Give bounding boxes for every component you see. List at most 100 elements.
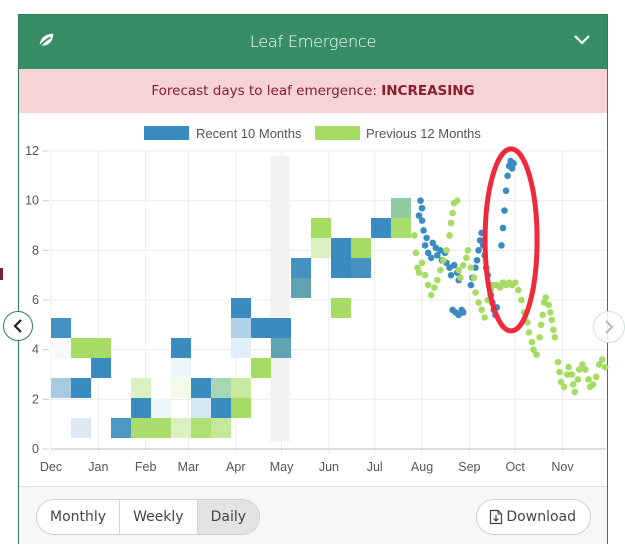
scatter-point-previous <box>430 284 438 291</box>
y-tick-label: 0 <box>32 442 39 456</box>
heatmap-cell <box>51 318 71 338</box>
scatter-point-recent <box>423 234 430 242</box>
heatmap-cell <box>71 378 91 398</box>
x-tick-label: Jul <box>367 460 383 474</box>
y-tick-label: 8 <box>32 243 39 257</box>
x-tick-label: Sep <box>458 460 480 474</box>
heatmap-cell <box>291 258 311 278</box>
scatter-point-previous <box>565 363 572 371</box>
scatter-point-recent <box>502 187 510 195</box>
heatmap-cell <box>331 238 351 258</box>
y-tick-label: 4 <box>32 343 39 357</box>
scatter-point-previous <box>411 232 418 239</box>
scatter-point-previous <box>568 371 575 378</box>
next-button[interactable] <box>593 311 625 343</box>
scatter-point-previous <box>470 274 478 281</box>
scatter-point-previous <box>412 249 420 257</box>
heatmap-cell <box>251 358 271 378</box>
scatter-point-previous <box>459 261 467 269</box>
heatmap-cell <box>311 238 331 258</box>
download-button[interactable]: Download <box>476 499 591 535</box>
heatmap-cell <box>51 338 71 358</box>
scatter-point-recent <box>421 242 429 249</box>
heatmap-cell <box>211 418 231 438</box>
scatter-point-recent <box>498 242 505 249</box>
scatter-point-previous <box>528 338 536 346</box>
scatter-point-previous <box>542 294 550 301</box>
heatmap-cell <box>91 338 111 358</box>
heatmap-cell <box>171 418 191 438</box>
scatter-point-previous <box>547 309 554 316</box>
scatter-point-previous <box>440 256 447 264</box>
scatter-point-previous <box>598 356 606 363</box>
scatter-point-previous <box>455 266 462 274</box>
period-weekly-button[interactable]: Weekly <box>120 500 198 534</box>
x-tick-label: Jan <box>88 460 108 474</box>
leaf-emergence-card: Leaf Emergence Forecast days to leaf eme… <box>18 14 609 544</box>
x-tick-label: Mar <box>178 460 200 474</box>
scatter-point-recent <box>417 197 424 204</box>
scatter-point-previous <box>446 232 453 239</box>
scatter-point-previous <box>478 306 485 314</box>
previous-button[interactable] <box>3 311 33 341</box>
scatter-point-recent <box>467 281 475 289</box>
heatmap-cell <box>231 298 251 318</box>
scatter-point-previous <box>554 358 562 366</box>
scatter-point-previous <box>424 281 432 289</box>
scatter-point-previous <box>456 274 464 281</box>
scatter-point-previous <box>415 269 423 276</box>
heatmap-cell <box>311 218 331 238</box>
heatmap-cell <box>151 398 171 418</box>
heatmap-cell <box>191 398 211 418</box>
heatmap-cell <box>291 278 311 298</box>
period-toggle: Monthly Weekly Daily <box>36 499 261 535</box>
legend-label-recent: Recent 10 Months <box>196 126 302 141</box>
heatmap-cell <box>211 378 231 398</box>
scatter-point-previous <box>514 286 522 294</box>
heatmap-cell <box>231 378 251 398</box>
forecast-status: INCREASING <box>381 83 475 99</box>
heatmap-cell <box>351 238 371 258</box>
forecast-alert: Forecast days to leaf emergence: INCREAS… <box>19 69 607 113</box>
chevron-down-icon[interactable] <box>573 33 591 47</box>
heatmap-cell <box>131 378 151 398</box>
scatter-point-previous <box>434 276 441 284</box>
scatter-point-previous <box>585 376 592 383</box>
heatmap-cell <box>171 358 191 378</box>
x-tick-label: Aug <box>411 460 433 474</box>
heatmap-cell <box>251 318 271 338</box>
page-edge-marker <box>0 268 3 280</box>
heatmap-cell <box>71 338 91 358</box>
period-monthly-button[interactable]: Monthly <box>37 500 121 534</box>
download-label: Download <box>506 509 576 525</box>
scatter-point-recent <box>504 172 511 180</box>
chart-area: Recent 10 Months Previous 12 Months 0 2 4 6 8 1… <box>19 113 609 486</box>
scatter-point-previous <box>582 366 589 373</box>
scatter-point-recent <box>475 247 482 254</box>
x-tick-label: Jun <box>319 460 339 474</box>
scatter-point-previous <box>463 254 470 262</box>
scatter-point-previous <box>464 247 472 254</box>
scatter-point-previous <box>560 383 568 391</box>
scatter-point-previous <box>472 289 479 296</box>
period-daily-button[interactable]: Daily <box>197 500 260 534</box>
heatmap-cell <box>231 338 251 358</box>
card-header[interactable]: Leaf Emergence <box>19 15 607 69</box>
x-tick-label: Feb <box>135 460 157 474</box>
scatter-point-previous <box>447 219 455 227</box>
scatter-point-recent <box>418 217 426 224</box>
scatter-point-previous <box>536 333 543 341</box>
scatter-point-recent <box>501 207 508 214</box>
forecast-alert-text: Forecast days to leaf emergence: <box>151 83 382 99</box>
x-tick-label: Dec <box>40 460 62 474</box>
heatmap-cell <box>351 258 371 278</box>
heatmap-cell <box>231 398 251 418</box>
scatter-point-recent <box>427 254 435 262</box>
heatmap-cell <box>51 378 71 398</box>
scatter-point-recent <box>450 261 458 269</box>
scatter-point-recent <box>420 227 427 234</box>
legend-label-previous: Previous 12 Months <box>366 126 481 141</box>
leaf-emergence-chart: Recent 10 Months Previous 12 Months 0 2 4 6 8 1… <box>25 126 609 474</box>
y-tick-label: 6 <box>32 293 39 307</box>
scatter-point-previous <box>551 333 559 341</box>
